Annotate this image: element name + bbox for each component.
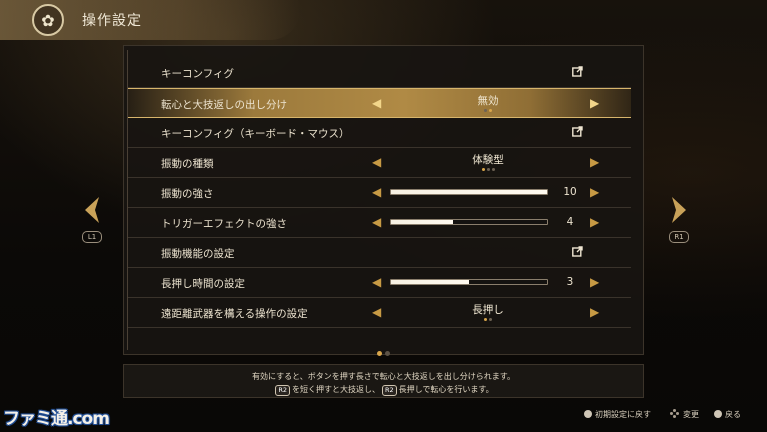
page-indicator	[377, 341, 393, 360]
slider-value: 3	[566, 276, 574, 288]
slider-fill	[391, 280, 469, 284]
prev-tab-arrow-icon[interactable]	[81, 195, 103, 225]
option-value: 無効	[477, 95, 499, 107]
chevron-right-icon[interactable]: ▶	[590, 155, 599, 169]
setting-row[interactable]: 振動機能の設定	[128, 238, 631, 268]
r2-button-icon: R2	[382, 385, 397, 396]
option-dot	[484, 318, 487, 321]
chevron-left-icon[interactable]: ◀	[372, 275, 381, 289]
option-indicator	[428, 168, 548, 172]
description-line-2: R2 を短く押すと大技返し、 R2 長押しで転心を行います。	[124, 383, 643, 396]
settings-list: キーコンフィグ転心と大技返しの出し分け ◀ ▶ 無効キーコンフィグ（キーボード・マウス…	[128, 58, 631, 328]
page-dot	[385, 351, 390, 356]
r1-bumper-hint: R1	[669, 231, 689, 243]
setting-label: 振動機能の設定	[161, 248, 235, 260]
chevron-left-icon[interactable]: ◀	[372, 185, 381, 199]
setting-row[interactable]: 振動の種類 ◀ ▶ 体験型	[128, 148, 631, 178]
page-title: 操作設定	[82, 13, 142, 29]
chevron-right-icon[interactable]: ▶	[590, 215, 599, 229]
setting-label: 長押し時間の設定	[161, 278, 245, 290]
option-indicator	[428, 109, 548, 113]
page-dot	[377, 351, 382, 356]
slider-track[interactable]	[390, 279, 548, 285]
option-value: 体験型	[472, 154, 504, 166]
chevron-right-icon[interactable]: ▶	[590, 96, 599, 110]
back-hint-label: 戻る	[725, 410, 741, 419]
slider-value: 10	[563, 186, 577, 198]
clan-crest-icon: ✿	[32, 4, 64, 36]
chevron-left-icon[interactable]: ◀	[372, 155, 381, 169]
setting-label: キーコンフィグ（キーボード・マウス）	[161, 128, 350, 140]
setting-row[interactable]: 振動の強さ ◀ ▶ 10	[128, 178, 631, 208]
chevron-right-icon[interactable]: ▶	[590, 275, 599, 289]
slider-fill	[391, 220, 454, 224]
option-dot	[486, 168, 490, 171]
reset-hint-label: 初期設定に戻す	[595, 410, 651, 419]
setting-label: 遠距離武器を構える操作の設定	[161, 308, 308, 320]
r2-button-icon: R2	[275, 385, 291, 396]
slider-value: 4	[566, 216, 574, 228]
setting-label: 振動の種類	[161, 158, 214, 170]
option-dot	[484, 109, 487, 112]
external-link-icon[interactable]	[572, 126, 583, 137]
option-dot	[491, 168, 495, 171]
description-part-b: 長押しで転心を行います。	[398, 385, 494, 394]
external-link-icon[interactable]	[572, 246, 583, 257]
touchpad-button-icon	[584, 410, 592, 418]
famitsu-watermark: ファミ通.com	[3, 409, 110, 429]
back-hint[interactable]: 戻る	[714, 409, 741, 420]
chevron-left-icon[interactable]: ◀	[372, 215, 381, 229]
chevron-right-icon[interactable]: ▶	[590, 305, 599, 319]
chevron-left-icon[interactable]: ◀	[372, 305, 381, 319]
reset-hint[interactable]: 初期設定に戻す	[584, 409, 651, 420]
setting-label: 振動の強さ	[161, 188, 214, 200]
description-part-a: を短く押すと大技返し、	[292, 385, 381, 394]
external-link-icon[interactable]	[572, 66, 583, 77]
slider-track[interactable]	[390, 189, 548, 195]
circle-button-icon	[714, 410, 722, 418]
chevron-right-icon[interactable]: ▶	[590, 185, 599, 199]
option-indicator	[428, 318, 548, 322]
setting-label: キーコンフィグ	[161, 68, 234, 80]
setting-row[interactable]: 転心と大技返しの出し分け ◀ ▶ 無効	[128, 88, 631, 118]
setting-row[interactable]: キーコンフィグ（キーボード・マウス）	[128, 118, 631, 148]
setting-row[interactable]: 遠距離武器を構える操作の設定 ◀ ▶ 長押し	[128, 298, 631, 328]
next-tab-arrow-icon[interactable]	[668, 195, 690, 225]
header-banner: ✿ 操作設定	[0, 0, 300, 40]
setting-row[interactable]: 長押し時間の設定 ◀ ▶ 3	[128, 268, 631, 298]
option-dot	[489, 109, 492, 112]
option-dot	[489, 318, 492, 321]
description-box: 有効にすると、ボタンを押す長さで転心と大技返しを出し分けられます。 R2 を短く押…	[123, 364, 644, 398]
slider-fill	[391, 190, 547, 194]
slider-track[interactable]	[390, 219, 548, 225]
description-line-1: 有効にすると、ボタンを押す長さで転心と大技返しを出し分けられます。	[252, 372, 515, 381]
option-dot	[481, 168, 485, 171]
setting-row[interactable]: キーコンフィグ	[128, 58, 631, 88]
chevron-left-icon[interactable]: ◀	[372, 96, 381, 110]
change-hint[interactable]: 変更	[670, 409, 699, 420]
dpad-icon	[670, 409, 680, 418]
setting-label: トリガーエフェクトの強さ	[161, 218, 287, 230]
change-hint-label: 変更	[683, 410, 699, 419]
l1-bumper-hint: L1	[82, 231, 102, 243]
option-value: 長押し	[472, 304, 504, 316]
setting-row[interactable]: トリガーエフェクトの強さ ◀ ▶ 4	[128, 208, 631, 238]
setting-label: 転心と大技返しの出し分け	[161, 99, 287, 111]
